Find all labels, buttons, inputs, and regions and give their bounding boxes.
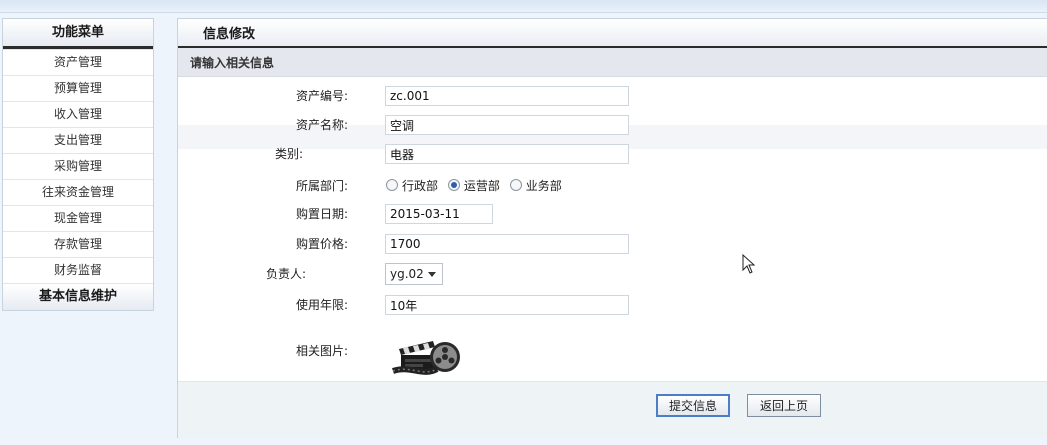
- purchase-date-input[interactable]: [385, 204, 493, 224]
- sidebar-item-purchase[interactable]: 采购管理: [3, 154, 153, 180]
- radio-button[interactable]: [386, 179, 398, 191]
- owner-select[interactable]: yg.02: [385, 263, 443, 285]
- service-life-input[interactable]: [385, 295, 629, 315]
- asset-no-input[interactable]: [385, 86, 629, 106]
- section-title: 请输入相关信息: [178, 48, 1047, 77]
- top-bar: [0, 0, 1047, 13]
- radio-button-selected[interactable]: [447, 179, 460, 191]
- page-title: 信息修改: [178, 19, 1047, 48]
- purchase-price-input[interactable]: [385, 234, 629, 254]
- service-life-label: 使用年限:: [295, 298, 348, 312]
- sidebar-title: 功能菜单: [3, 19, 153, 49]
- department-option-operations[interactable]: 运营部: [447, 179, 500, 193]
- sidebar-item-budget[interactable]: 预算管理: [3, 76, 153, 102]
- department-option-label: 行政部: [402, 179, 439, 193]
- sidebar: 功能菜单 资产管理 预算管理 收入管理 支出管理 采购管理 往来资金管理 现金管…: [2, 18, 154, 311]
- form-row-photo: 相关图片:: [178, 338, 1047, 364]
- form-row-department: 所属部门: 行政部 运营部 业务部: [178, 173, 1047, 199]
- main-panel: 信息修改 请输入相关信息 资产编号: 资产名称: 类别: 所属部门: 行政部 运…: [177, 18, 1047, 438]
- form-footer: 提交信息 返回上页: [178, 381, 1047, 438]
- sidebar-item-income[interactable]: 收入管理: [3, 102, 153, 128]
- film-reel-icon: [385, 321, 471, 385]
- back-button[interactable]: 返回上页: [747, 394, 821, 417]
- department-option-admin[interactable]: 行政部: [386, 179, 438, 193]
- sidebar-item-deposit[interactable]: 存款管理: [3, 232, 153, 258]
- form-row-service-life: 使用年限:: [178, 292, 1047, 318]
- submit-button[interactable]: 提交信息: [656, 394, 730, 417]
- sidebar-item-basic-info[interactable]: 基本信息维护: [3, 284, 153, 310]
- sidebar-item-expense[interactable]: 支出管理: [3, 128, 153, 154]
- asset-no-label: 资产编号:: [295, 89, 348, 103]
- form-row-purchase-price: 购置价格:: [178, 231, 1047, 257]
- sidebar-item-funds[interactable]: 往来资金管理: [3, 180, 153, 206]
- department-option-business[interactable]: 业务部: [509, 179, 562, 193]
- purchase-date-label: 购置日期:: [295, 207, 348, 221]
- sidebar-item-cash[interactable]: 现金管理: [3, 206, 153, 232]
- department-radio-group: 行政部 运营部 业务部: [386, 173, 568, 199]
- asset-name-label: 资产名称:: [295, 118, 348, 132]
- form-row-owner: 负责人: yg.02: [178, 261, 1047, 287]
- asset-name-input[interactable]: [385, 115, 629, 135]
- chevron-down-icon: [428, 272, 436, 277]
- owner-label: 负责人:: [265, 267, 306, 281]
- category-input[interactable]: [385, 144, 629, 164]
- form-row-asset-no: 资产编号:: [178, 83, 1047, 109]
- sidebar-item-audit[interactable]: 财务监督: [3, 258, 153, 284]
- sidebar-item-asset[interactable]: 资产管理: [3, 49, 153, 76]
- sidebar-menu: 资产管理 预算管理 收入管理 支出管理 采购管理 往来资金管理 现金管理 存款管…: [3, 49, 153, 284]
- form-row-category: 类别:: [178, 141, 1047, 167]
- mouse-cursor-icon: [742, 253, 756, 277]
- department-label: 所属部门:: [295, 179, 348, 193]
- photo-label: 相关图片:: [295, 344, 348, 358]
- department-option-label: 运营部: [463, 179, 500, 193]
- form-row-asset-name: 资产名称:: [178, 112, 1047, 138]
- form-row-purchase-date: 购置日期:: [178, 201, 1047, 227]
- owner-select-value: yg.02: [390, 267, 424, 281]
- purchase-price-label: 购置价格:: [295, 237, 348, 251]
- category-label: 类别:: [274, 147, 303, 161]
- radio-button[interactable]: [509, 179, 522, 191]
- department-option-label: 业务部: [525, 179, 562, 193]
